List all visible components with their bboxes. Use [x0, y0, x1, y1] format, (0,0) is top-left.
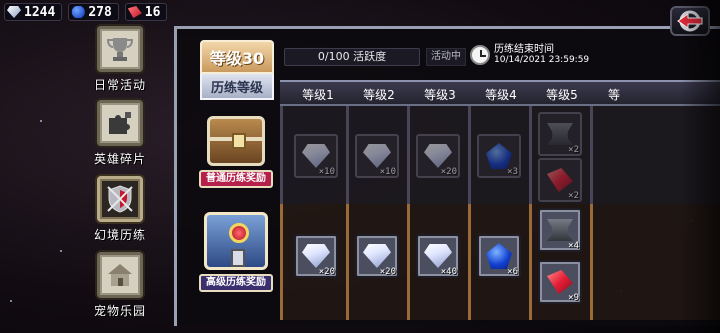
reward-slot[interactable]: ×3: [477, 134, 521, 178]
trophy-icon: [97, 26, 143, 72]
diamond-icon: [424, 244, 452, 268]
reward-slot[interactable]: ×2: [538, 158, 582, 202]
level-badge: 等级30 历练等级: [200, 40, 274, 102]
level-value: 等级30: [200, 40, 274, 74]
reward-slot[interactable]: ×4: [538, 208, 582, 252]
tab-pet-park[interactable]: 宠物乐园: [80, 252, 160, 319]
reward-slot[interactable]: ×10: [294, 134, 338, 178]
ruby-count: 16: [144, 4, 161, 20]
reward-quantity: ×9: [568, 293, 579, 303]
end-time-value: 10/14/2021 23:59:59: [494, 55, 590, 65]
diamond-count: 1244: [24, 4, 56, 20]
clock-icon: [470, 45, 490, 65]
ruby-icon: [547, 168, 573, 192]
puzzle-icon: [97, 100, 143, 146]
diamond-icon: [363, 144, 391, 168]
sapphire-count: 278: [88, 4, 112, 20]
reward-quantity: ×3: [507, 167, 518, 177]
end-time-label: 历练结束时间: [494, 44, 554, 55]
column-header: 等: [607, 88, 620, 102]
reward-quantity: ×20: [318, 267, 335, 277]
reward-slot[interactable]: ×20: [355, 234, 399, 278]
advanced-reward-row: ×20 ×20 ×40 ×6 ×4 ×9: [280, 204, 720, 320]
diamond-icon: [302, 244, 330, 268]
back-arrow-icon: [677, 10, 703, 32]
diamond-icon: [424, 144, 452, 168]
end-time: 历练结束时间 10/14/2021 23:59:59: [470, 44, 589, 66]
ruby-currency: 16: [124, 3, 168, 21]
diamond-icon: [363, 244, 391, 268]
tab-label: 幻境历练: [93, 228, 146, 242]
normal-reward-tag: 普通历练奖励: [199, 170, 273, 188]
tab-label: 宠物乐园: [93, 304, 146, 318]
column-header: 等级4: [485, 88, 517, 102]
reward-slot[interactable]: ×20: [416, 134, 460, 178]
reward-slot[interactable]: ×10: [355, 134, 399, 178]
reward-quantity: ×10: [379, 167, 396, 177]
shield-icon: [97, 176, 143, 222]
normal-reward-row: ×10 ×10 ×20 ×3 ×2 ×2: [280, 106, 720, 204]
activity-progress: 0/100 活跃度: [284, 48, 420, 66]
advanced-reward-tag: 高级历练奖励: [199, 274, 273, 292]
tab-hero-fragments[interactable]: 英雄碎片: [80, 100, 160, 167]
ruby-icon: [547, 270, 573, 294]
reward-quantity: ×20: [440, 167, 457, 177]
sapphire-icon: [486, 143, 512, 169]
level-header-row: 等级1 等级2 等级3 等级4 等级5 等: [280, 80, 720, 106]
reward-quantity: ×2: [568, 191, 579, 201]
reward-quantity: ×10: [318, 167, 335, 177]
column-header: 等级3: [424, 88, 456, 102]
treasure-chest-icon: [204, 212, 268, 270]
tab-daily-activity[interactable]: 日常活动: [80, 26, 160, 93]
reward-slot[interactable]: ×2: [538, 112, 582, 156]
sapphire-icon: [71, 6, 85, 18]
wooden-chest-icon: [207, 116, 265, 166]
reward-slot[interactable]: ×20: [294, 234, 338, 278]
tab-illusion-training[interactable]: 幻境历练: [80, 176, 160, 243]
reward-quantity: ×6: [507, 267, 518, 277]
reward-slot[interactable]: ×9: [538, 260, 582, 304]
reward-slot[interactable]: ×40: [416, 234, 460, 278]
diamond-icon: [7, 6, 21, 18]
tab-label: 日常活动: [93, 78, 146, 92]
diamond-icon: [302, 144, 330, 168]
sapphire-currency: 278: [68, 3, 119, 21]
reward-quantity: ×20: [379, 267, 396, 277]
column-header: 等级2: [363, 88, 395, 102]
reward-quantity: ×4: [568, 241, 579, 251]
diamond-currency: 1244: [4, 3, 63, 21]
currency-bar: 1244 278 16: [4, 3, 168, 21]
reward-quantity: ×40: [440, 267, 457, 277]
reward-quantity: ×2: [568, 145, 579, 155]
anvil-icon: [547, 219, 573, 241]
normal-reward-label: 普通历练奖励: [194, 116, 278, 188]
activity-status: 活动中: [426, 48, 466, 66]
reward-slot[interactable]: ×6: [477, 234, 521, 278]
back-button[interactable]: [670, 6, 710, 36]
level-subtitle: 历练等级: [200, 74, 274, 100]
anvil-icon: [547, 123, 573, 145]
advanced-reward-label: 高级历练奖励: [194, 212, 278, 292]
house-icon: [97, 252, 143, 298]
column-header: 等级1: [302, 88, 334, 102]
ruby-icon: [127, 6, 142, 18]
tab-label: 英雄碎片: [93, 152, 146, 166]
sapphire-icon: [486, 243, 512, 269]
